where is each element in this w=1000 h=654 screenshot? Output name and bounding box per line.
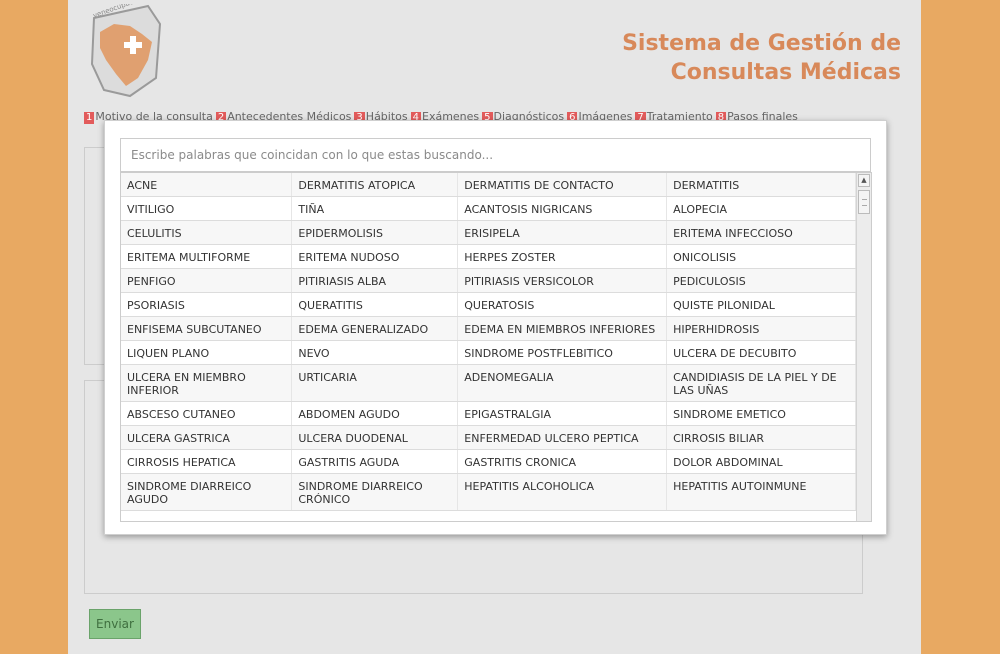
- result-item[interactable]: PEDICULOSIS: [666, 268, 856, 293]
- result-item[interactable]: ERITEMA MULTIFORME: [121, 244, 293, 269]
- app-title-line1: Sistema de Gestión de: [622, 31, 901, 56]
- result-item[interactable]: HERPES ZOSTER: [457, 244, 668, 269]
- search-input[interactable]: [120, 138, 871, 172]
- result-item[interactable]: ULCERA EN MIEMBRO INFERIOR: [121, 364, 293, 402]
- result-item[interactable]: DERMATITIS: [666, 173, 856, 197]
- table-row: ENFISEMA SUBCUTANEO EDEMA GENERALIZADO EDE…: [121, 316, 856, 341]
- table-row: CIRROSIS HEPATICA GASTRITIS AGUDA GASTRITI…: [121, 449, 856, 474]
- scroll-up-icon[interactable]: ▲: [858, 174, 870, 187]
- result-item[interactable]: HEPATITIS AUTOINMUNE: [666, 473, 856, 511]
- results-table: ACNE DERMATITIS ATOPICA DERMATITIS DE CONT…: [121, 173, 856, 511]
- result-item[interactable]: QUERATOSIS: [457, 292, 668, 317]
- scroll-thumb[interactable]: [858, 190, 870, 214]
- result-item[interactable]: CIRROSIS HEPATICA: [121, 449, 293, 474]
- result-item[interactable]: ONICOLISIS: [666, 244, 856, 269]
- result-item[interactable]: URTICARIA: [291, 364, 459, 402]
- table-row: ACNE DERMATITIS ATOPICA DERMATITIS DE CONT…: [121, 173, 856, 197]
- result-item[interactable]: CELULITIS: [121, 220, 293, 245]
- table-row: ERITEMA MULTIFORME ERITEMA NUDOSO HERPES Z…: [121, 244, 856, 269]
- result-item[interactable]: SINDROME EMETICO: [666, 401, 856, 426]
- result-item[interactable]: QUERATITIS: [291, 292, 459, 317]
- result-item[interactable]: SINDROME DIARREICO CRÓNICO: [291, 473, 459, 511]
- result-item[interactable]: EPIGASTRALGIA: [457, 401, 668, 426]
- result-item[interactable]: NEVO: [291, 340, 459, 365]
- result-item[interactable]: PITIRIASIS ALBA: [291, 268, 459, 293]
- result-item[interactable]: EDEMA EN MIEMBROS INFERIORES: [457, 316, 668, 341]
- result-item[interactable]: ULCERA DUODENAL: [291, 425, 459, 450]
- search-dialog: ACNEDERMATITIS ATOPICADERMATITIS DE CONT…: [104, 120, 887, 535]
- result-item[interactable]: ABDOMEN AGUDO: [291, 401, 459, 426]
- result-item[interactable]: CIRROSIS BILIAR: [666, 425, 856, 450]
- result-item[interactable]: DOLOR ABDOMINAL: [666, 449, 856, 474]
- result-item[interactable]: VITILIGO: [121, 196, 293, 221]
- app-title: Sistema de Gestión de Consultas Médicas: [571, 29, 901, 87]
- result-item[interactable]: DERMATITIS DE CONTACTO: [457, 173, 668, 197]
- result-item[interactable]: ERISIPELA: [457, 220, 668, 245]
- table-row: ABSCESO CUTANEO ABDOMEN AGUDO EPIGASTRALGI…: [121, 401, 856, 426]
- result-item[interactable]: CANDIDIASIS DE LA PIEL Y DE LAS UÑAS: [666, 364, 856, 402]
- result-item[interactable]: ENFISEMA SUBCUTANEO: [121, 316, 293, 341]
- result-item[interactable]: DERMATITIS ATOPICA: [291, 173, 459, 197]
- result-item[interactable]: ABSCESO CUTANEO: [121, 401, 293, 426]
- result-item[interactable]: QUISTE PILONIDAL: [666, 292, 856, 317]
- result-item[interactable]: EDEMA GENERALIZADO: [291, 316, 459, 341]
- result-item[interactable]: ULCERA DE DECUBITO: [666, 340, 856, 365]
- result-item[interactable]: ALOPECIA: [666, 196, 856, 221]
- table-row: LIQUEN PLANO NEVO SINDROME POSTFLEBITICO UL…: [121, 340, 856, 365]
- result-item[interactable]: GASTRITIS CRONICA: [457, 449, 668, 474]
- result-item[interactable]: SINDROME POSTFLEBITICO: [457, 340, 668, 365]
- result-item[interactable]: ULCERA GASTRICA: [121, 425, 293, 450]
- result-item[interactable]: ACANTOSIS NIGRICANS: [457, 196, 668, 221]
- table-row: SINDROME DIARREICO AGUDO SINDROME DIARREI…: [121, 473, 856, 511]
- result-item[interactable]: GASTRITIS AGUDA: [291, 449, 459, 474]
- step-number: 1: [84, 112, 95, 124]
- table-row: ULCERA GASTRICA ULCERA DUODENAL ENFERMEDAD…: [121, 425, 856, 450]
- result-item[interactable]: LIQUEN PLANO: [121, 340, 293, 365]
- result-item[interactable]: ENFERMEDAD ULCERO PEPTICA: [457, 425, 668, 450]
- app-title-line2: Consultas Médicas: [670, 60, 901, 85]
- table-row: PENFIGO PITIRIASIS ALBA PITIRIASIS VERSICO…: [121, 268, 856, 293]
- result-item[interactable]: TIÑA: [291, 196, 459, 221]
- result-item[interactable]: HIPERHIDROSIS: [666, 316, 856, 341]
- result-item[interactable]: PSORIASIS: [121, 292, 293, 317]
- result-item[interactable]: ERITEMA INFECCIOSO: [666, 220, 856, 245]
- result-item[interactable]: ACNE: [121, 173, 293, 197]
- logo: veneocupacional: [90, 0, 162, 98]
- table-row: ULCERA EN MIEMBRO INFERIOR URTICARIA ADENO…: [121, 364, 856, 402]
- result-item[interactable]: HEPATITIS ALCOHOLICA: [457, 473, 668, 511]
- result-item[interactable]: SINDROME DIARREICO AGUDO: [121, 473, 293, 511]
- result-item[interactable]: PITIRIASIS VERSICOLOR: [457, 268, 668, 293]
- result-item[interactable]: EPIDERMOLISIS: [291, 220, 459, 245]
- result-item[interactable]: PENFIGO: [121, 268, 293, 293]
- result-item[interactable]: ADENOMEGALIA: [457, 364, 668, 402]
- table-row: VITILIGO TIÑA ACANTOSIS NIGRICANS ALOPECIA: [121, 196, 856, 221]
- table-row: CELULITIS EPIDERMOLISIS ERISIPELA ERITEMA I…: [121, 220, 856, 245]
- table-row: PSORIASIS QUERATITIS QUERATOSIS QUISTE PILO…: [121, 292, 856, 317]
- result-item[interactable]: ERITEMA NUDOSO: [291, 244, 459, 269]
- scrollbar[interactable]: ▲: [856, 173, 871, 521]
- results-list: ACNE DERMATITIS ATOPICA DERMATITIS DE CONT…: [120, 172, 872, 522]
- submit-button[interactable]: Enviar: [89, 609, 141, 639]
